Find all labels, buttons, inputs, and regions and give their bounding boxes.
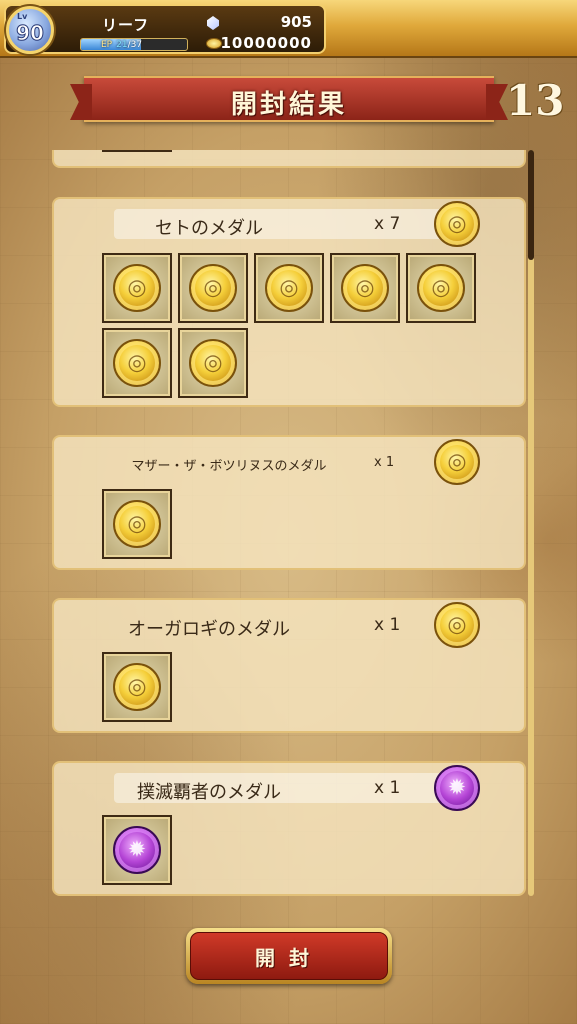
medal-tile xyxy=(102,150,172,152)
result-list[interactable]: セトのメダル x 7 ◎ ◎ ◎ ◎ ◎ ◎ ◎ ◎ マザー・ザ・ボツリヌスのメ… xyxy=(50,150,530,896)
medal-name: セトのメダル xyxy=(155,218,263,239)
medal-quantity: x 1 xyxy=(374,615,401,635)
medal-quantity: x 7 xyxy=(374,214,401,234)
result-card: オーガロギのメダル x 1 ◎ ◎ xyxy=(52,598,526,733)
medal-tile[interactable]: ◎ xyxy=(102,328,172,398)
level-label: Lv xyxy=(17,12,28,21)
result-card: 撲滅覇者のメダル x 1 ✹ ✹ xyxy=(52,761,526,896)
gold-medal-icon: ◎ xyxy=(434,439,480,485)
gold-medal-icon: ◎ xyxy=(417,264,465,312)
status-bar: リーフ EP 21/37 905 10000000 Lv 90 xyxy=(0,0,577,58)
medal-tile[interactable]: ✹ xyxy=(102,815,172,885)
gold-medal-icon: ◎ xyxy=(434,201,480,247)
gold-medal-icon: ◎ xyxy=(189,339,237,387)
medal-tile[interactable]: ◎ xyxy=(102,253,172,323)
result-card-previous xyxy=(52,150,526,168)
page-title: 開封結果 xyxy=(230,90,347,120)
medal-tile[interactable]: ◎ xyxy=(178,328,248,398)
gold-medal-icon: ◎ xyxy=(189,264,237,312)
result-card: マザー・ザ・ボツリヌスのメダル x 1 ◎ ◎ xyxy=(52,435,526,570)
gold-medal-icon: ◎ xyxy=(113,663,161,711)
gold-medal-icon: ◎ xyxy=(265,264,313,312)
medal-quantity: x 1 xyxy=(374,455,395,470)
level-number: 90 xyxy=(16,21,45,46)
gold-medal-icon: ◎ xyxy=(113,264,161,312)
level-badge: Lv 90 xyxy=(6,6,54,54)
scrollbar-thumb[interactable] xyxy=(528,150,534,260)
medal-name: オーガロギのメダル xyxy=(128,619,290,640)
medal-tile[interactable]: ◎ xyxy=(330,253,400,323)
gold-medal-icon: ◎ xyxy=(113,339,161,387)
ep-max: /37 xyxy=(127,40,143,50)
ep-label: EP xyxy=(101,40,113,50)
medal-tile[interactable]: ◎ xyxy=(178,253,248,323)
player-name: リーフ xyxy=(102,16,150,34)
result-card: セトのメダル x 7 ◎ ◎ ◎ ◎ ◎ ◎ ◎ ◎ xyxy=(52,197,526,407)
ep-bar: EP 21/37 xyxy=(80,38,188,51)
medal-name: 撲滅覇者のメダル xyxy=(137,782,281,803)
open-button[interactable]: 開封 xyxy=(186,928,392,984)
gold-medal-icon: ◎ xyxy=(434,602,480,648)
gold-count: 10000000 xyxy=(220,34,312,52)
scrollbar[interactable] xyxy=(528,150,534,896)
gem-count: 905 xyxy=(280,13,312,31)
medal-quantity: x 1 xyxy=(374,778,401,798)
gold-medal-icon: ◎ xyxy=(341,264,389,312)
gold-medal-icon: ◎ xyxy=(113,500,161,548)
medal-name: マザー・ザ・ボツリヌスのメダル xyxy=(131,459,327,474)
ep-text: EP 21/37 xyxy=(101,39,143,50)
purple-medal-icon: ✹ xyxy=(434,765,480,811)
medal-tile[interactable]: ◎ xyxy=(102,489,172,559)
result-count: 13 xyxy=(506,76,565,125)
open-button-label: 開封 xyxy=(190,932,388,980)
purple-medal-icon: ✹ xyxy=(113,826,161,874)
ep-current: 21 xyxy=(116,40,128,50)
medal-tile[interactable]: ◎ xyxy=(406,253,476,323)
title-ribbon: 開封結果 xyxy=(84,76,494,122)
medal-tile[interactable]: ◎ xyxy=(254,253,324,323)
medal-tile[interactable]: ◎ xyxy=(102,652,172,722)
crystal-icon xyxy=(207,16,219,30)
